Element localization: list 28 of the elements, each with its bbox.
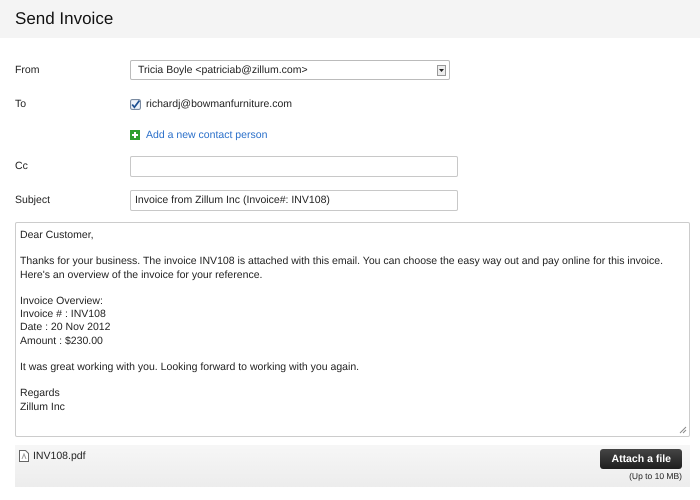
message-line: Invoice Overview:	[20, 294, 103, 307]
from-dropdown[interactable]: Tricia Boyle <patriciab@zillum.com>	[130, 60, 450, 80]
cc-field[interactable]	[130, 156, 458, 176]
message-line: Thanks for your business. The invoice INV108 is attached with this email. You can choose the easy way out and pay online for this invoice.	[20, 255, 664, 268]
message-line: Zillum Inc	[20, 400, 65, 413]
message-line: Invoice # : INV108	[20, 308, 106, 320]
message-line: It was great working with you. Looking forward to working with you again.	[20, 360, 360, 373]
message-line: Here's an overview of the invoice for your reference.	[20, 268, 262, 281]
to-label: To	[15, 98, 28, 110]
recipient-email: richardj@bowmanfurniture.com	[146, 98, 292, 110]
subject-label: Subject	[15, 194, 52, 206]
subject-field[interactable]: Invoice from Zillum Inc (Invoice#: INV108)	[130, 190, 458, 210]
message-body-field[interactable]	[15, 222, 690, 437]
size-limit-note: (Up to 10 MB)	[629, 471, 682, 481]
plus-icon	[130, 130, 140, 140]
pdf-file-icon	[19, 450, 29, 462]
attachment-name: INV108.pdf	[33, 450, 86, 462]
message-line: Dear Customer,	[20, 229, 94, 241]
from-label: From	[15, 64, 40, 76]
attach-file-button[interactable]: Attach a file	[600, 449, 682, 469]
resize-grip-icon[interactable]	[679, 426, 687, 434]
message-line: Amount : $230.00	[20, 334, 103, 347]
message-line: Date : 20 Nov 2012	[20, 321, 110, 334]
recipient-checkbox[interactable]	[130, 98, 141, 110]
add-contact-link[interactable]: Add a new contact person	[146, 129, 268, 141]
message-line: Regards	[20, 387, 60, 400]
cc-label: Cc	[15, 160, 29, 172]
page-title: Send Invoice	[15, 9, 114, 29]
